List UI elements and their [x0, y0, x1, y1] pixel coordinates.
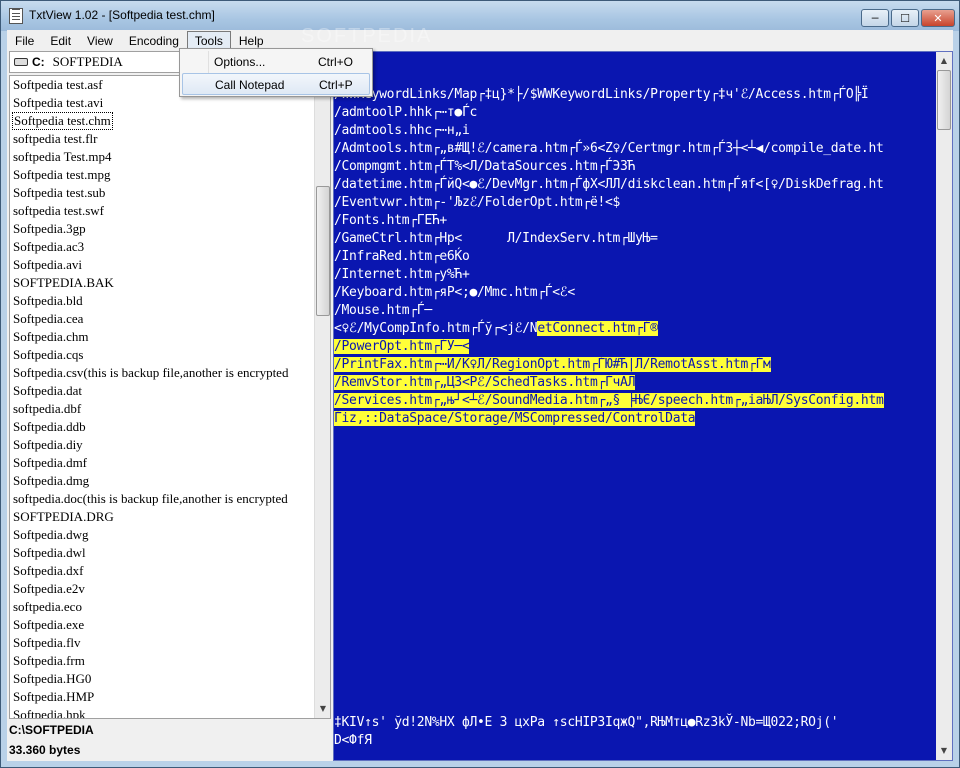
- tools-menu-dropdown: Options... Ctrl+O Call Notepad Ctrl+P: [179, 48, 373, 97]
- current-path: C:\SOFTPEDIA: [9, 723, 94, 737]
- file-list-item[interactable]: softpedia test.flr: [12, 130, 312, 148]
- text-line: /Mouse.htm┌Ѓ─: [334, 303, 432, 318]
- scroll-down-arrow-icon[interactable]: ▼: [315, 700, 330, 717]
- text-line: /Fonts.htm┌ГЕЋ+: [334, 213, 447, 228]
- text-selection-highlight: etConnect.htm┌Ѓ®: [537, 321, 658, 336]
- file-list-item[interactable]: Softpedia.csv(this is backup file,anothe…: [12, 364, 312, 382]
- title-bar[interactable]: TxtView 1.02 - [Softpedia test.chm] ─ ☐ …: [1, 1, 959, 31]
- scroll-up-arrow-icon[interactable]: ▲: [936, 52, 952, 69]
- file-list-item[interactable]: Softpedia.e2v: [12, 580, 312, 598]
- menu-bar: File Edit View Encoding Tools Help: [7, 30, 953, 49]
- text-selection-highlight: /Services.htm┌„њ┘<┴ℰ/SoundMedia.htm┌„§ ╞…: [334, 393, 884, 408]
- file-list-item[interactable]: Softpedia.dat: [12, 382, 312, 400]
- file-list-item[interactable]: SOFTPEDIA.BAK: [12, 274, 312, 292]
- text-line: /PrintFax.htm┌⋯И/К♀Л/RegionOpt.htm┌ЃЮ#Ћ|…: [334, 356, 771, 374]
- file-list-item[interactable]: Softpedia.hpk: [12, 706, 312, 718]
- file-list-item[interactable]: Softpedia.ddb: [12, 418, 312, 436]
- text-line: /Eventvwr.htm┌‐'Љzℰ/FolderOpt.htm┌ё!<$: [334, 195, 621, 210]
- app-icon[interactable]: [9, 8, 23, 24]
- text-line: /WWKeywordLinks/Map┌‡ц}*├/$WWKeywordLink…: [334, 87, 869, 102]
- menu-tools[interactable]: Tools: [186, 30, 231, 49]
- menu-help[interactable]: Help: [231, 31, 272, 49]
- text-line: /Admtools.htm┌„в#Щ!ℰ/camera.htm┌Ѓ»6<Z♀/C…: [334, 141, 884, 156]
- file-list-item[interactable]: Softpedia.3gp: [12, 220, 312, 238]
- file-list-item[interactable]: softpedia test.swf: [12, 202, 312, 220]
- text-viewer-scrollbar[interactable]: ▲ ▼: [936, 52, 952, 760]
- text-line: Ѓiz,::DataSpace/Storage/MSCompressed/Con…: [334, 410, 696, 428]
- menu-item-call-notepad[interactable]: Call Notepad Ctrl+P: [182, 73, 370, 95]
- app-window: TxtView 1.02 - [Softpedia test.chm] ─ ☐ …: [0, 0, 960, 768]
- file-list-item[interactable]: Softpedia.HMP: [12, 688, 312, 706]
- file-list-item[interactable]: Softpedia.dwl: [12, 544, 312, 562]
- file-list-item[interactable]: Softpedia.avi: [12, 256, 312, 274]
- text-selection-highlight: Ѓiz,::DataSpace/Storage/MSCompressed/Con…: [334, 411, 696, 426]
- file-list-item[interactable]: softpedia.eco: [12, 598, 312, 616]
- text-line: /RemvStor.htm┌„ЦЗ<Рℰ/SchedTasks.htm┌ЃчАЛ: [334, 374, 635, 392]
- file-list-item[interactable]: Softpedia.dmf: [12, 454, 312, 472]
- file-list-item[interactable]: Softpedia.cea: [12, 310, 312, 328]
- menu-view[interactable]: View: [79, 31, 121, 49]
- scroll-down-arrow-icon[interactable]: ▼: [936, 742, 952, 759]
- text-selection-highlight: /PrintFax.htm┌⋯И/К♀Л/RegionOpt.htm┌ЃЮ#Ћ|…: [334, 357, 771, 372]
- text-selection-highlight: /RemvStor.htm┌„ЦЗ<Рℰ/SchedTasks.htm┌ЃчАЛ: [334, 375, 636, 390]
- text-line: ‡KIV↑s' ўd!2N%НХ фЛ•Е З цхРа ↑scHIP3IqжQ…: [334, 715, 839, 730]
- file-list-scrollbar[interactable]: ▲ ▼: [314, 76, 330, 718]
- menu-file[interactable]: File: [7, 31, 42, 49]
- text-selection-highlight: /PowerOpt.htm┌ЃУ─<: [334, 339, 470, 354]
- drive-label: SOFTPEDIA: [52, 54, 123, 69]
- file-list-item[interactable]: softpedia Test.mp4: [12, 148, 312, 166]
- file-list-item[interactable]: Softpedia.bld: [12, 292, 312, 310]
- softpedia-watermark: SOFTPEDIA: [301, 25, 433, 47]
- drive-letter: C:: [32, 55, 45, 69]
- file-list-item[interactable]: Softpedia.dxf: [12, 562, 312, 580]
- text-line: /admtools.hhc┌⋯н„i: [334, 123, 470, 138]
- text-viewer[interactable]: D<ФfЯ ‡KIV↑s' ўd!2N%НХ фЛ•Е З цхРа ↑scHIP…: [333, 51, 953, 761]
- file-list-item[interactable]: softpedia.dbf: [12, 400, 312, 418]
- file-list-item[interactable]: Softpedia.diy: [12, 436, 312, 454]
- text-line: /Keyboard.htm┌яР<;●/Mmc.htm┌Ѓ<ℰ<: [334, 285, 575, 300]
- text-line: /Internet.htm┌у%Ћ+: [334, 267, 470, 282]
- text-viewer-scroll-thumb[interactable]: [937, 70, 951, 130]
- menu-item-options[interactable]: Options... Ctrl+O: [182, 51, 370, 73]
- file-list-item[interactable]: Softpedia.cqs: [12, 346, 312, 364]
- text-line: /datetime.htm┌ЃйQ<●ℰ/DevMgr.htm┌ЃфX<ЛЛ/d…: [334, 177, 884, 192]
- menu-encoding[interactable]: Encoding: [121, 31, 187, 49]
- file-list-item[interactable]: Softpedia test.sub: [12, 184, 312, 202]
- maximize-button[interactable]: ☐: [891, 9, 919, 27]
- drive-icon: [14, 58, 28, 66]
- text-line: /Compmgmt.htm┌ЃT%<Л/DataSources.htm┌ЃЭ3Ћ: [334, 159, 636, 174]
- text-line: /Services.htm┌„њ┘<┴ℰ/SoundMedia.htm┌„§ ╞…: [334, 392, 884, 410]
- file-list-item[interactable]: Softpedia.chm: [12, 328, 312, 346]
- file-list-item[interactable]: Softpedia.ac3: [12, 238, 312, 256]
- text-line: <♀ℰ/MyCompInfo.htm┌Ѓў┌<jℰ/NetConnect.htm…: [334, 321, 658, 336]
- file-list-item[interactable]: Softpedia.HG0: [12, 670, 312, 688]
- client-area: C: SOFTPEDIA ▲ ▼ Softpedia test.asfSoftp…: [7, 49, 953, 761]
- file-list-item[interactable]: SOFTPEDIA.DRG: [12, 508, 312, 526]
- file-list-item[interactable]: Softpedia test.mpg: [12, 166, 312, 184]
- text-line: /admtoolP.hhk┌⋯т●Ѓc: [334, 105, 478, 120]
- menu-edit[interactable]: Edit: [42, 31, 79, 49]
- file-list-item[interactable]: Softpedia.flv: [12, 634, 312, 652]
- file-list-item[interactable]: Softpedia.frm: [12, 652, 312, 670]
- file-list-item[interactable]: Softpedia test.chm: [12, 112, 113, 130]
- file-list-item[interactable]: softpedia.doc(this is backup file,anothe…: [12, 490, 312, 508]
- text-line: /GameCtrl.htm┌Нр< Л/IndexServ.htm┌ШуЊ=: [334, 231, 658, 246]
- close-button[interactable]: ✕: [921, 9, 955, 27]
- file-list-scroll-thumb[interactable]: [316, 186, 330, 316]
- text-line: /PowerOpt.htm┌ЃУ─<: [334, 338, 470, 356]
- file-list-item[interactable]: Softpedia.exe: [12, 616, 312, 634]
- minimize-button[interactable]: ─: [861, 9, 889, 27]
- window-title: TxtView 1.02 - [Softpedia test.chm]: [29, 8, 215, 22]
- file-list-item[interactable]: Softpedia.dwg: [12, 526, 312, 544]
- file-list-item[interactable]: Softpedia.dmg: [12, 472, 312, 490]
- text-line: /InfraRed.htm┌е6Ќо: [334, 249, 470, 264]
- text-line: D<ФfЯ: [334, 733, 372, 748]
- file-list[interactable]: ▲ ▼ Softpedia test.asfSoftpedia test.avi…: [9, 75, 331, 719]
- file-size: 33.360 bytes: [9, 743, 81, 757]
